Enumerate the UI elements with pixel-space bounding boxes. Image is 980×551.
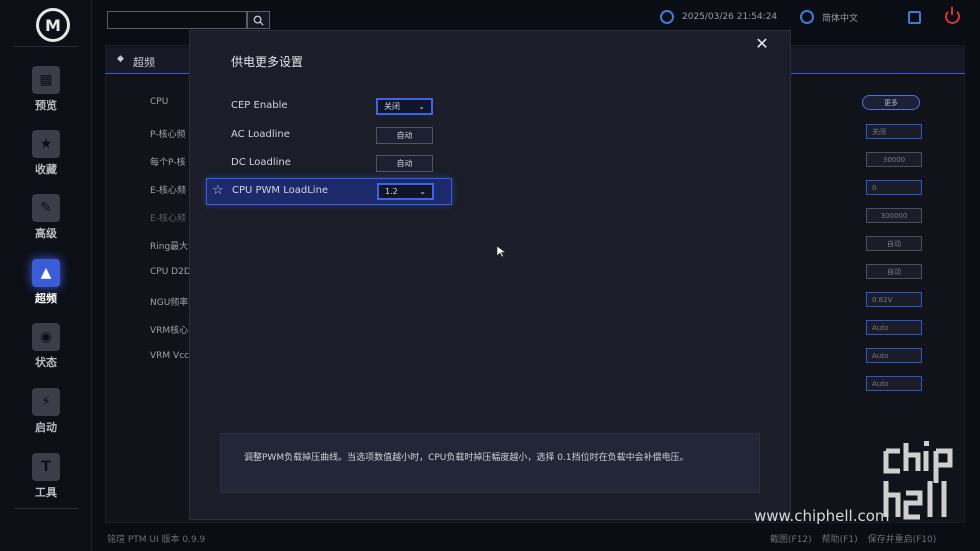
button-value: 自动	[396, 131, 413, 140]
sidebar-item-label: 工具	[35, 486, 57, 499]
setting-row-ac-loadline[interactable]: AC Loadline 自动	[206, 123, 452, 149]
setting-button[interactable]: 自动	[866, 264, 922, 279]
setting-label: P-核心频	[150, 130, 186, 140]
select-value: 1.2	[385, 187, 398, 196]
settings-icon	[660, 10, 674, 24]
globe-icon	[800, 10, 814, 24]
more-button[interactable]: 更多	[862, 95, 920, 110]
watermark-text: www.chiphell.com	[754, 507, 890, 525]
select-value: 关闭	[384, 102, 400, 111]
sidebar-item-overview[interactable]: ▦ 预览	[0, 62, 92, 120]
sidebar-item-label: 超频	[35, 292, 57, 305]
grid-icon: ▦	[32, 66, 60, 94]
diamond-icon: ◆	[117, 54, 124, 64]
power-settings-dialog: 供电更多设置 ✕ CEP Enable 关闭 ⌄ AC Loadline 自动 …	[189, 30, 791, 520]
setting-label: E-核心频	[150, 214, 186, 224]
logo-letter: M	[45, 15, 61, 35]
sidebar-divider	[14, 46, 78, 47]
button-value: 自动	[396, 159, 413, 168]
sidebar: M ▦ 预览 ★ 收藏 ✎ 高级 ▲ 超频 ◉ 状态 ⚡ 启动 T 工具	[0, 0, 92, 551]
sidebar-item-tools[interactable]: T 工具	[0, 449, 92, 507]
chevron-down-icon: ⌄	[419, 187, 426, 196]
datetime-display: 2025/03/26 21:54:24	[660, 10, 777, 24]
brand-logo: M	[36, 8, 70, 42]
setting-input[interactable]: 30000	[866, 152, 922, 167]
setting-label: DC Loadline	[231, 157, 291, 168]
chevron-down-icon: ⌄	[418, 102, 425, 111]
dc-loadline-button[interactable]: 自动	[376, 155, 433, 172]
setting-label: E-核心频	[150, 186, 186, 196]
setting-select[interactable]: 关闭	[866, 124, 922, 139]
setting-select[interactable]: Auto	[866, 376, 922, 391]
search-button[interactable]	[247, 11, 270, 29]
dialog-title: 供电更多设置	[231, 55, 304, 69]
help-description-box: 调整PWM负载掉压曲线。当选项数值越小时，CPU负载时掉压幅度越小，选择 0.1…	[220, 433, 760, 493]
tools-icon: ✎	[32, 194, 60, 222]
setting-row-cpu-pwm-loadline[interactable]: ☆ CPU PWM LoadLine 1.2 ⌄	[206, 178, 452, 205]
footer-shortcuts: 截图(F12) 帮助(F1) 保存并重启(F10)	[770, 532, 936, 545]
help-shortcut[interactable]: 帮助(F1)	[822, 532, 858, 545]
setting-button[interactable]: 自动	[866, 236, 922, 251]
sidebar-item-label: 状态	[35, 356, 57, 369]
setting-select[interactable]: Auto	[866, 320, 922, 335]
sidebar-item-status[interactable]: ◉ 状态	[0, 319, 92, 377]
close-button[interactable]: ✕	[752, 33, 772, 53]
setting-label: CPU D2D	[150, 267, 191, 277]
save-restart-shortcut[interactable]: 保存并重启(F10)	[868, 532, 937, 545]
language-label: 简体中文	[822, 13, 859, 24]
setting-select[interactable]: 0.82V	[866, 292, 922, 307]
setting-row-cep-enable[interactable]: CEP Enable 关闭 ⌄	[206, 94, 452, 120]
setting-row-dc-loadline[interactable]: DC Loadline 自动	[206, 151, 452, 177]
hammer-icon: T	[32, 453, 60, 481]
setting-label: NGU频率	[150, 298, 189, 308]
sidebar-item-label: 高级	[35, 227, 57, 240]
setting-label: 每个P-核	[150, 158, 186, 168]
setting-label: CEP Enable	[231, 100, 288, 111]
section-title: 超频	[133, 56, 155, 69]
rocket-icon: ▲	[32, 259, 60, 287]
setting-label: Ring最大	[150, 242, 189, 252]
sidebar-item-overclock[interactable]: ▲ 超频	[0, 255, 92, 313]
screenshot-shortcut[interactable]: 截图(F12)	[770, 532, 812, 545]
close-icon: ✕	[755, 33, 769, 53]
sidebar-item-label: 启动	[35, 421, 57, 434]
setting-select[interactable]: Auto	[866, 348, 922, 363]
chiphell-logo	[883, 441, 953, 520]
star-icon: ★	[32, 130, 60, 158]
sidebar-item-boot[interactable]: ⚡ 启动	[0, 384, 92, 442]
cpu-pwm-loadline-select[interactable]: 1.2 ⌄	[377, 183, 434, 200]
version-text: 铭瑄 PTM UI 版本 0.9.9	[107, 535, 206, 545]
setting-label: VRM Vcc	[150, 351, 190, 361]
search-icon	[253, 15, 264, 26]
help-text: 调整PWM负载掉压曲线。当选项数值越小时，CPU负载时掉压幅度越小，选择 0.1…	[244, 453, 689, 463]
language-selector[interactable]: 简体中文	[800, 10, 858, 24]
setting-label: CPU	[150, 97, 169, 107]
setting-label: VRM核心	[150, 326, 189, 336]
ac-loadline-button[interactable]: 自动	[376, 127, 433, 144]
setting-input[interactable]: 300000	[866, 208, 922, 223]
cep-enable-select[interactable]: 关闭 ⌄	[376, 98, 433, 115]
sidebar-item-label: 预览	[35, 99, 57, 112]
favorite-star-icon[interactable]: ☆	[212, 183, 224, 198]
boot-icon: ⚡	[32, 388, 60, 416]
sidebar-item-label: 收藏	[35, 163, 57, 176]
sidebar-item-favorites[interactable]: ★ 收藏	[0, 126, 92, 184]
setting-label: AC Loadline	[231, 129, 290, 140]
search-input[interactable]	[107, 11, 247, 29]
setting-select[interactable]: 0	[866, 180, 922, 195]
sidebar-divider	[14, 508, 78, 509]
save-icon[interactable]	[908, 11, 921, 24]
eye-icon: ◉	[32, 323, 60, 351]
mouse-cursor-icon	[497, 246, 507, 258]
setting-label: CPU PWM LoadLine	[232, 185, 329, 196]
datetime-text: 2025/03/26 21:54:24	[682, 12, 778, 22]
sidebar-item-advanced[interactable]: ✎ 高级	[0, 190, 92, 248]
power-icon[interactable]	[945, 7, 960, 24]
